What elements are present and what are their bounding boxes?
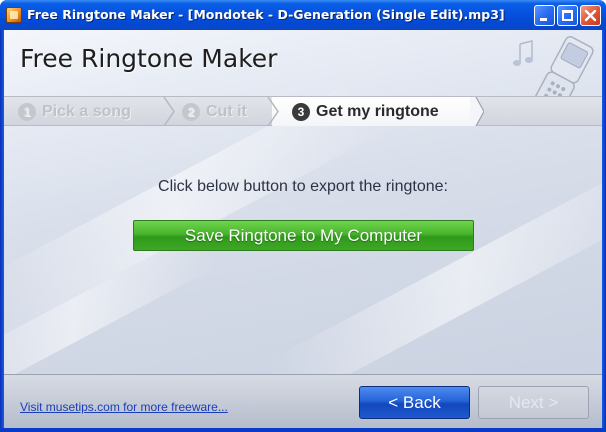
- footer-bar: Visit musetips.com for more freeware... …: [4, 374, 602, 428]
- step-separator-icon: [267, 97, 279, 126]
- save-ringtone-button[interactable]: Save Ringtone to My Computer: [133, 220, 474, 251]
- window-frame-right: [602, 30, 606, 432]
- step-label: Pick a song: [42, 102, 131, 120]
- wizard-steps: 1 Pick a song 2 Cut it 3 Get my ringtone: [4, 96, 602, 126]
- minimize-icon: [540, 18, 547, 21]
- step-pick-a-song: 1 Pick a song: [18, 97, 131, 126]
- step-separator-icon: [470, 97, 484, 126]
- step-number: 1: [18, 102, 36, 121]
- musetips-link[interactable]: Visit musetips.com for more freeware...: [20, 400, 228, 414]
- app-icon[interactable]: [6, 7, 22, 23]
- window-frame-bottom: [0, 428, 606, 432]
- step-label: Cut it: [206, 102, 247, 120]
- minimize-button[interactable]: [534, 5, 555, 26]
- maximize-icon: [562, 10, 573, 21]
- next-button: Next >: [478, 386, 589, 419]
- maximize-button[interactable]: [557, 5, 578, 26]
- client-area: Free Ringtone Maker 1 Pick a song 2 Cut …: [4, 30, 602, 428]
- back-button[interactable]: < Back: [359, 386, 470, 419]
- title-bar[interactable]: Free Ringtone Maker - [Mondotek - D-Gene…: [0, 0, 606, 30]
- app-window: Free Ringtone Maker - [Mondotek - D-Gene…: [0, 0, 606, 432]
- step-number: 3: [292, 102, 310, 121]
- step-number: 2: [182, 102, 200, 121]
- export-prompt: Click below button to export the rington…: [158, 178, 448, 195]
- close-button[interactable]: [580, 5, 601, 26]
- background-streak: [266, 164, 602, 406]
- app-title: Free Ringtone Maker: [20, 44, 278, 73]
- step-separator-icon: [163, 97, 175, 126]
- step-cut-it: 2 Cut it: [182, 97, 247, 126]
- close-icon: [584, 9, 597, 22]
- window-title: Free Ringtone Maker - [Mondotek - D-Gene…: [27, 7, 505, 22]
- step-get-my-ringtone: 3 Get my ringtone: [292, 97, 439, 126]
- step-label: Get my ringtone: [316, 102, 439, 120]
